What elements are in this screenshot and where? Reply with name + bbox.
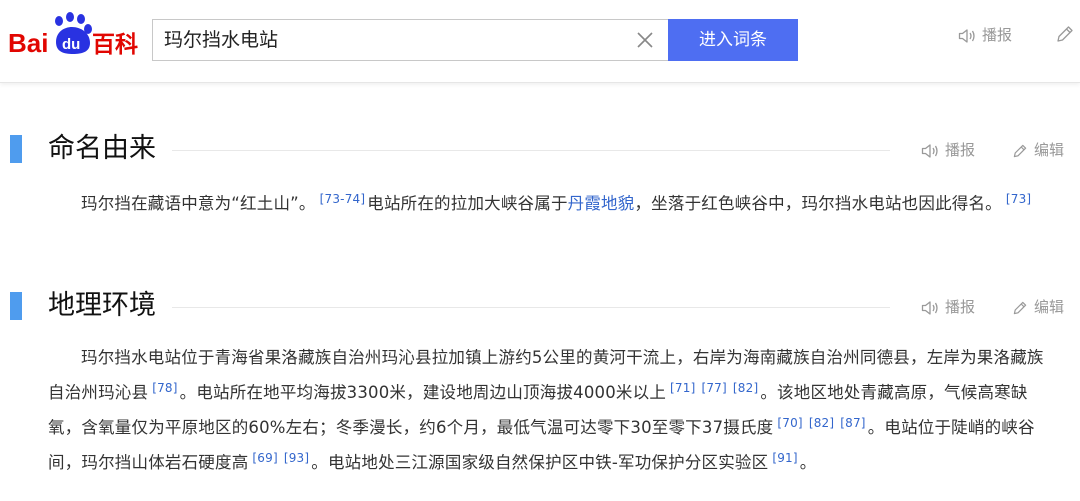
paragraph-text: 。电站地处三江源国家级自然保护区中铁-军功保护分区实验区 (311, 453, 769, 472)
broadcast-label: 播报 (982, 26, 1013, 44)
reference-link[interactable]: [93] (284, 451, 309, 465)
reference-link[interactable]: [73-74] (320, 192, 366, 206)
section-broadcast-button[interactable]: 播报 (921, 296, 975, 318)
paragraph-text: 。 (799, 453, 817, 472)
reference-link[interactable]: [91] (772, 451, 797, 465)
logo-bai-text: Bai (8, 28, 48, 58)
pencil-icon (1013, 144, 1027, 158)
reference-link[interactable]: [73] (1006, 192, 1031, 206)
section-divider (172, 307, 890, 308)
section-accent-bar (10, 135, 22, 163)
section-accent-bar (10, 292, 22, 320)
section-edit-label: 编辑 (1034, 298, 1065, 316)
pencil-icon (1013, 301, 1027, 315)
entry-link[interactable]: 丹霞地貌 (568, 194, 635, 213)
pencil-icon (1057, 26, 1073, 42)
section-title: 命名由来 (48, 133, 156, 164)
section-header-naming: 命名由来 播报 编辑 (0, 131, 1080, 171)
speaker-icon (958, 29, 975, 43)
reference-link[interactable]: [77] (701, 381, 726, 395)
reference-link[interactable]: [82] (809, 416, 834, 430)
section-paragraph: 玛尔挡在藏语中意为“红土山”。 [73-74] 电站所在的拉加大峡谷属于丹霞地貌，坐… (48, 184, 1058, 219)
edit-button[interactable] (1055, 24, 1080, 46)
speaker-icon (921, 144, 938, 158)
paragraph-text: ，坐落于红色峡谷中，玛尔挡水电站也因此得名。 (634, 194, 1002, 213)
baidu-paw-icon: Bai du 百科 (8, 12, 138, 58)
baidu-baike-logo[interactable]: Bai du 百科 (8, 12, 143, 62)
logo-du-text: du (62, 36, 80, 53)
reference-link[interactable]: [71] (670, 381, 695, 395)
reference-link[interactable]: [69] (252, 451, 277, 465)
broadcast-button[interactable]: 播报 (958, 24, 1012, 46)
section-edit-button[interactable]: 编辑 (1012, 139, 1064, 161)
section-header-geography: 地理环境 播报 编辑 (0, 288, 1080, 328)
logo-baike-text: 百科 (92, 32, 138, 58)
paragraph-text: 玛尔挡在藏语中意为“红土山”。 (81, 194, 316, 213)
search-input-value[interactable]: 玛尔挡水电站 (164, 20, 278, 60)
section-edit-label: 编辑 (1034, 141, 1065, 159)
section-broadcast-label: 播报 (945, 141, 976, 159)
section-title: 地理环境 (48, 290, 156, 321)
section-edit-button[interactable]: 编辑 (1012, 296, 1064, 318)
reference-link[interactable]: [87] (840, 416, 865, 430)
paragraph-text: 。电站所在地平均海拔3300米，建设地周边山顶海拔4000米以上 (179, 383, 667, 402)
enter-entry-button[interactable]: 进入词条 (668, 19, 798, 61)
top-bar: Bai du 百科 玛尔挡水电站 进入词条 播报 (0, 0, 1080, 83)
search-input[interactable]: 玛尔挡水电站 (152, 19, 668, 61)
reference-link[interactable]: [78] (152, 381, 177, 395)
section-broadcast-button[interactable]: 播报 (921, 139, 975, 161)
clear-icon[interactable] (636, 31, 654, 49)
reference-link[interactable]: [82] (733, 381, 758, 395)
paragraph-text: 电站所在的拉加大峡谷属于 (367, 194, 568, 213)
section-paragraph: 玛尔挡水电站位于青海省果洛藏族自治州玛沁县拉加镇上游约5公里的黄河干流上，右岸为… (48, 342, 1058, 478)
section-divider (172, 150, 890, 151)
section-broadcast-label: 播报 (945, 298, 976, 316)
speaker-icon (921, 301, 938, 315)
reference-link[interactable]: [70] (777, 416, 802, 430)
